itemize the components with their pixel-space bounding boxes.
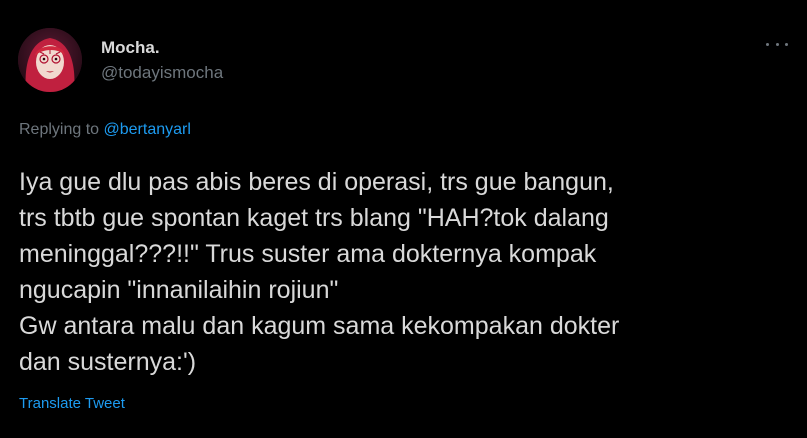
reply-mention-link[interactable]: @bertanyarl: [104, 121, 191, 138]
replying-to: Replying to @bertanyarl: [19, 121, 191, 139]
tweet-text-line: dan susternya:'): [19, 348, 197, 376]
avatar[interactable]: [18, 28, 82, 92]
author-display-name[interactable]: Mocha.: [101, 38, 160, 58]
more-horizontal-icon-dot: [775, 42, 779, 46]
more-horizontal-icon-dot: [766, 42, 769, 46]
tweet: Mocha. @todayismocha Replying to @bertan…: [0, 0, 807, 438]
tweet-text-line: Gw antara malu dan kagum sama kekompakan…: [19, 312, 620, 340]
more-options-button[interactable]: [764, 34, 790, 54]
avatar-image: [18, 28, 82, 92]
tweet-text-line: Iya gue dlu pas abis beres di operasi, t…: [19, 168, 614, 196]
translate-tweet-link[interactable]: Translate Tweet: [19, 395, 125, 412]
more-horizontal-icon-dot: [785, 42, 788, 46]
tweet-text-line: meninggal???!!" Trus suster ama dokterny…: [19, 240, 597, 268]
replying-to-label: Replying to: [19, 121, 100, 138]
author-handle[interactable]: @todayismocha: [101, 63, 223, 83]
tweet-text-line: ngucapin "innanilaihin rojiun": [19, 276, 339, 304]
tweet-text-line: trs tbtb gue spontan kaget trs blang "HA…: [19, 204, 609, 232]
tweet-text: Iya gue dlu pas abis beres di operasi, t…: [19, 164, 799, 380]
